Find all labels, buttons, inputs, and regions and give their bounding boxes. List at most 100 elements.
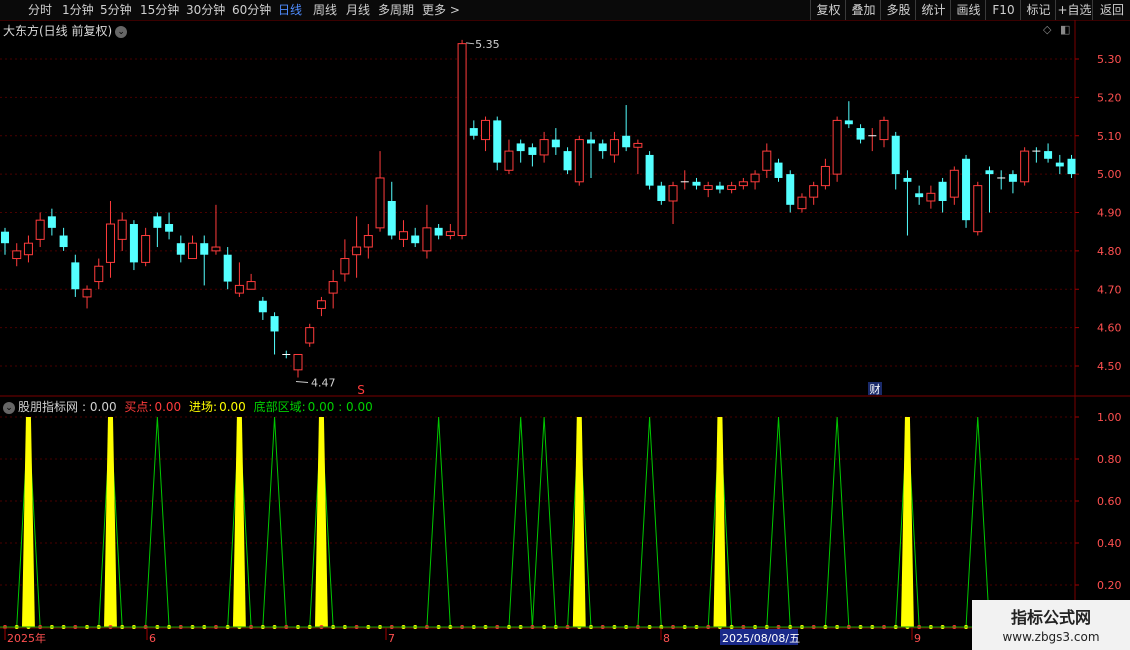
candle-body-up [105, 223, 115, 263]
candle-body-up [234, 284, 244, 294]
candle-body-down [1055, 162, 1064, 167]
candle-body-up [211, 246, 221, 252]
candle-body-down [411, 235, 420, 244]
candle-body-down [59, 235, 68, 248]
entry-spike [900, 417, 914, 627]
bottom-zone-peak [262, 416, 287, 628]
indicator-tick-label: 0.20 [1097, 579, 1122, 592]
chevron-down-icon[interactable]: ⌄ [3, 401, 15, 414]
bottom-zone-peak [637, 416, 662, 628]
candle-body-up [668, 185, 678, 202]
candle-body-down [387, 200, 396, 236]
candle-body-down [598, 143, 607, 152]
candle-body-up [539, 139, 549, 156]
entry-spike [232, 417, 246, 627]
candle-body-up [949, 169, 959, 198]
candle-body-up [316, 300, 326, 309]
candle-body-down [622, 135, 631, 148]
candle-body-down [258, 300, 267, 313]
candle-body-down [587, 139, 595, 144]
indicator-legend: ⌄ 股朋指标网: 0.00 买点: 0.00 进场: 0.00 底部区域: 0.00 :… [3, 398, 377, 415]
candle-body-down [903, 177, 912, 182]
bottom-zone-peak [145, 416, 170, 628]
candle-body-down [1044, 151, 1053, 159]
marker-s: S [357, 383, 365, 397]
candle-body-down [223, 254, 232, 282]
candle-body-down [176, 243, 185, 255]
price-tick-label: 4.80 [1097, 245, 1122, 258]
candle-body-down [645, 154, 654, 186]
candle-body-down [985, 170, 994, 175]
candle-body-up [445, 231, 455, 237]
indicator-tick-label: 0.60 [1097, 495, 1122, 508]
candle-body-up [832, 119, 842, 175]
price-tick-label: 5.20 [1097, 91, 1122, 104]
indicator-name: 股朋指标网 [18, 400, 79, 414]
entry-value: 0.00 [219, 400, 246, 414]
candle-body-up [504, 150, 514, 171]
candle-body-up [35, 219, 45, 240]
candle-body-up [481, 119, 491, 141]
price-tick-label: 5.00 [1097, 168, 1122, 181]
candle-body-down [962, 158, 971, 221]
price-tick-label: 4.50 [1097, 360, 1122, 373]
price-chart[interactable]: 5.30 5.20 5.10 5.00 4.90 4.80 4.70 4.60 4.50 5.35… [0, 0, 1130, 650]
date-label: 2025年 [7, 631, 46, 645]
high-price-label: 5.35 [475, 38, 500, 51]
bottom-zone-peak [965, 416, 990, 628]
candle-body-up [328, 281, 338, 294]
candle-body-up [82, 288, 92, 298]
candle-body-up [117, 219, 127, 240]
indicator-tick-label: 0.80 [1097, 453, 1122, 466]
entry-spike [314, 417, 328, 627]
candle-body-down [71, 262, 80, 290]
candle-body-up [422, 227, 432, 252]
candle-body-up [797, 196, 807, 210]
candle-body-down [1008, 174, 1017, 182]
candle-body-up [293, 353, 303, 371]
candle-body-down [915, 193, 924, 198]
candle-body-up [246, 281, 256, 290]
low-price-label: 4.47 [311, 377, 336, 390]
candle-body-down [938, 181, 947, 201]
high-arrow [466, 42, 475, 45]
candle-body-up [12, 250, 22, 260]
candle-body-up [340, 258, 350, 275]
bottom-zone-peak [508, 416, 533, 628]
buy-value: 0.00 [154, 400, 182, 414]
candle-body-up [750, 173, 760, 183]
candle-body-up [23, 242, 33, 256]
candle-body-down [528, 147, 537, 155]
candle-body-down [129, 224, 138, 263]
price-tick-label: 4.90 [1097, 207, 1122, 220]
candle-body-down [516, 143, 525, 152]
buy-label: 买点: [124, 400, 153, 414]
candle-body-up [1020, 150, 1030, 183]
candle-body-down [1067, 158, 1076, 175]
candle-body-up [352, 246, 362, 256]
candle-body-down [551, 139, 560, 148]
candle-body-up [762, 150, 772, 171]
candle-body-up [703, 185, 713, 190]
candle-body-up [738, 181, 748, 187]
candle-body-down [270, 316, 279, 332]
candle-body-down [692, 181, 701, 186]
candle-body-down [563, 151, 572, 171]
price-tick-label: 5.10 [1097, 130, 1122, 143]
date-label: 9 [914, 632, 921, 645]
bottom-zone-peak [426, 416, 451, 628]
date-highlight: 2025/08/08/五 [722, 632, 800, 645]
watermark-logo: 指标公式网 www.zbgs3.com [972, 600, 1130, 650]
bottom-zone-peak [766, 416, 791, 628]
price-tick-label: 4.60 [1097, 322, 1122, 335]
candle-body-down [715, 185, 724, 190]
bottom-zone-label: 底部区域: [253, 400, 306, 414]
low-arrow [295, 381, 309, 384]
candle-body-up [305, 327, 315, 344]
bottom-zone-peak [531, 416, 557, 628]
candle-body-up [609, 139, 619, 156]
candle-body-down [47, 216, 56, 228]
entry-label: 进场: [189, 400, 218, 414]
marker-cai: 财 [870, 382, 881, 396]
candle-body-up [879, 119, 889, 141]
